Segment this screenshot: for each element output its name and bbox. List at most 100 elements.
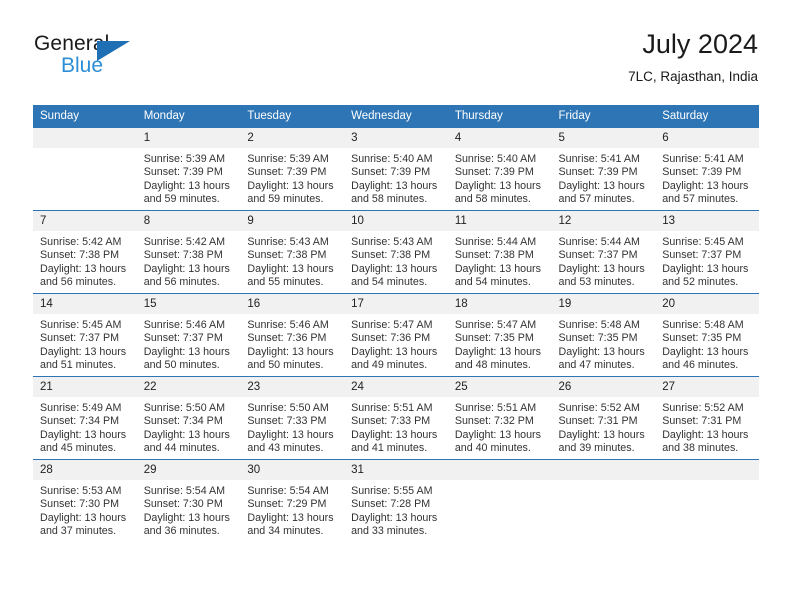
sunrise-text: Sunrise: 5:50 AM [143, 402, 226, 414]
sunset-text: Sunset: 7:29 PM [247, 498, 327, 511]
daylight-text-line1: Daylight: 13 hours [143, 262, 230, 275]
title-block: July 2024 7LC, Rajasthan, India [628, 28, 758, 87]
calendar-day-cell[interactable]: 9 Sunrise: 5:43 AM Sunset: 7:38 PM Daylight… [240, 210, 345, 294]
sunset-text: Sunset: 7:35 PM [454, 332, 534, 345]
calendar-day-cell[interactable]: 6 Sunrise: 5:41 AM Sunset: 7:39 PM Daylight… [655, 127, 759, 211]
calendar-day-cell[interactable]: 28 Sunrise: 5:53 AM Sunset: 7:30 PM Dayligh… [33, 459, 137, 542]
day-number: 29 [136, 460, 241, 480]
daylight-text-line2: and 52 minutes. [662, 275, 739, 288]
calendar-day-cell[interactable]: 27 Sunrise: 5:52 AM Sunset: 7:31 PM Dayligh… [655, 376, 759, 460]
daylight-text-line2: and 57 minutes. [558, 192, 635, 205]
calendar-day-cell[interactable]: 26 Sunrise: 5:52 AM Sunset: 7:31 PM Dayligh… [551, 376, 656, 460]
day-details: Sunrise: 5:43 AM Sunset: 7:38 PM Daylight:… [240, 231, 344, 293]
sunrise-text: Sunrise: 5:47 AM [351, 319, 433, 331]
day-number: 23 [240, 377, 345, 397]
daylight-text-line1: Daylight: 13 hours [662, 179, 749, 192]
calendar-day-cell[interactable]: 7 Sunrise: 5:42 AM Sunset: 7:38 PM Daylight… [33, 210, 137, 294]
calendar-day-cell[interactable]: 12 Sunrise: 5:44 AM Sunset: 7:37 PM Dayligh… [551, 210, 656, 294]
page-subtitle: 7LC, Rajasthan, India [628, 69, 758, 84]
day-details: Sunrise: 5:41 AM Sunset: 7:39 PM Daylight:… [655, 148, 759, 210]
calendar-header-row: Sunday Monday Tuesday Wednesday Thursday… [33, 105, 759, 128]
calendar-day-cell[interactable]: 4 Sunrise: 5:40 AM Sunset: 7:39 PM Daylight… [447, 127, 552, 211]
day-details: Sunrise: 5:40 AM Sunset: 7:39 PM Daylight:… [344, 148, 448, 210]
daylight-text-line1: Daylight: 13 hours [247, 345, 334, 358]
calendar-day-cell[interactable]: 1 Sunrise: 5:39 AM Sunset: 7:39 PM Daylight… [136, 127, 241, 211]
daylight-text-line1: Daylight: 13 hours [662, 428, 749, 441]
weekday-header-saturday: Saturday [655, 105, 759, 128]
daylight-text-line1: Daylight: 13 hours [247, 262, 334, 275]
sunrise-text: Sunrise: 5:39 AM [247, 153, 329, 165]
calendar-day-cell-empty [33, 127, 137, 211]
daylight-text-line2: and 39 minutes. [558, 441, 635, 454]
daylight-text-line2: and 59 minutes. [143, 192, 220, 205]
daylight-text-line2: and 49 minutes. [351, 358, 428, 371]
calendar-day-cell[interactable]: 5 Sunrise: 5:41 AM Sunset: 7:39 PM Daylight… [551, 127, 656, 211]
calendar-week-row: 21 Sunrise: 5:49 AM Sunset: 7:34 PM Dayligh… [33, 376, 759, 460]
daylight-text-line1: Daylight: 13 hours [454, 179, 541, 192]
calendar-day-cell[interactable]: 21 Sunrise: 5:49 AM Sunset: 7:34 PM Dayligh… [33, 376, 137, 460]
sunset-text: Sunset: 7:34 PM [40, 415, 120, 428]
day-details: Sunrise: 5:55 AM Sunset: 7:28 PM Daylight:… [344, 480, 448, 542]
calendar-day-cell[interactable]: 14 Sunrise: 5:45 AM Sunset: 7:37 PM Dayligh… [33, 293, 137, 377]
day-number: 19 [551, 294, 656, 314]
calendar-day-cell[interactable]: 17 Sunrise: 5:47 AM Sunset: 7:36 PM Dayligh… [344, 293, 448, 377]
day-details: Sunrise: 5:53 AM Sunset: 7:30 PM Daylight:… [33, 480, 137, 542]
day-number: 2 [240, 128, 345, 148]
logo-text-blue: Blue [61, 54, 104, 77]
calendar-day-cell[interactable]: 22 Sunrise: 5:50 AM Sunset: 7:34 PM Dayligh… [136, 376, 241, 460]
day-details [33, 148, 137, 210]
calendar-day-cell[interactable]: 15 Sunrise: 5:46 AM Sunset: 7:37 PM Dayligh… [136, 293, 241, 377]
daylight-text-line1: Daylight: 13 hours [351, 511, 438, 524]
day-details: Sunrise: 5:52 AM Sunset: 7:31 PM Daylight:… [552, 397, 656, 459]
sunrise-text: Sunrise: 5:50 AM [247, 402, 329, 414]
sunrise-text: Sunrise: 5:54 AM [143, 485, 226, 497]
calendar-day-cell[interactable]: 10 Sunrise: 5:43 AM Sunset: 7:38 PM Dayligh… [344, 210, 448, 294]
daylight-text-line2: and 41 minutes. [351, 441, 428, 454]
daylight-text-line2: and 50 minutes. [247, 358, 324, 371]
sunset-text: Sunset: 7:38 PM [351, 249, 431, 262]
day-number: 9 [240, 211, 345, 231]
daylight-text-line1: Daylight: 13 hours [351, 179, 438, 192]
calendar-day-cell[interactable]: 20 Sunrise: 5:48 AM Sunset: 7:35 PM Dayligh… [655, 293, 759, 377]
day-number: 16 [240, 294, 345, 314]
daylight-text-line1: Daylight: 13 hours [40, 262, 127, 275]
sunset-text: Sunset: 7:36 PM [247, 332, 327, 345]
day-details: Sunrise: 5:47 AM Sunset: 7:35 PM Daylight:… [448, 314, 552, 376]
calendar-day-cell[interactable]: 31 Sunrise: 5:55 AM Sunset: 7:28 PM Dayligh… [344, 459, 448, 542]
daylight-text-line1: Daylight: 13 hours [247, 511, 334, 524]
calendar-day-cell[interactable]: 23 Sunrise: 5:50 AM Sunset: 7:33 PM Dayligh… [240, 376, 345, 460]
day-details: Sunrise: 5:39 AM Sunset: 7:39 PM Daylight:… [240, 148, 344, 210]
calendar-day-cell[interactable]: 29 Sunrise: 5:54 AM Sunset: 7:30 PM Dayligh… [136, 459, 241, 542]
day-details: Sunrise: 5:42 AM Sunset: 7:38 PM Daylight:… [137, 231, 241, 293]
day-details: Sunrise: 5:52 AM Sunset: 7:31 PM Daylight:… [655, 397, 759, 459]
day-number: 10 [344, 211, 448, 231]
daylight-text-line2: and 54 minutes. [454, 275, 531, 288]
day-details: Sunrise: 5:39 AM Sunset: 7:39 PM Daylight:… [137, 148, 241, 210]
calendar-day-cell[interactable]: 11 Sunrise: 5:44 AM Sunset: 7:38 PM Dayligh… [447, 210, 552, 294]
calendar-day-cell[interactable]: 3 Sunrise: 5:40 AM Sunset: 7:39 PM Daylight… [344, 127, 448, 211]
sunset-text: Sunset: 7:37 PM [143, 332, 223, 345]
calendar-day-cell[interactable]: 18 Sunrise: 5:47 AM Sunset: 7:35 PM Dayligh… [447, 293, 552, 377]
daylight-text-line2: and 56 minutes. [40, 275, 117, 288]
sunset-text: Sunset: 7:39 PM [351, 166, 431, 179]
calendar-page: General Blue July 2024 7LC, Rajasthan, I… [0, 0, 792, 612]
calendar-day-cell[interactable]: 24 Sunrise: 5:51 AM Sunset: 7:33 PM Dayligh… [344, 376, 448, 460]
sunrise-text: Sunrise: 5:46 AM [247, 319, 329, 331]
sunset-text: Sunset: 7:38 PM [454, 249, 534, 262]
calendar-day-cell[interactable]: 30 Sunrise: 5:54 AM Sunset: 7:29 PM Dayligh… [240, 459, 345, 542]
sunset-text: Sunset: 7:38 PM [247, 249, 327, 262]
calendar-day-cell[interactable]: 25 Sunrise: 5:51 AM Sunset: 7:32 PM Dayligh… [447, 376, 552, 460]
day-number [655, 460, 759, 480]
day-number: 22 [136, 377, 241, 397]
sunset-text: Sunset: 7:35 PM [662, 332, 742, 345]
daylight-text-line2: and 33 minutes. [351, 524, 428, 537]
daylight-text-line1: Daylight: 13 hours [351, 262, 438, 275]
day-details: Sunrise: 5:46 AM Sunset: 7:36 PM Daylight:… [240, 314, 344, 376]
calendar-day-cell[interactable]: 2 Sunrise: 5:39 AM Sunset: 7:39 PM Daylight… [240, 127, 345, 211]
calendar-day-cell[interactable]: 8 Sunrise: 5:42 AM Sunset: 7:38 PM Daylight… [136, 210, 241, 294]
calendar-day-cell[interactable]: 16 Sunrise: 5:46 AM Sunset: 7:36 PM Dayligh… [240, 293, 345, 377]
calendar-day-cell[interactable]: 13 Sunrise: 5:45 AM Sunset: 7:37 PM Dayligh… [655, 210, 759, 294]
sunrise-text: Sunrise: 5:41 AM [558, 153, 640, 165]
calendar-day-cell[interactable]: 19 Sunrise: 5:48 AM Sunset: 7:35 PM Dayligh… [551, 293, 656, 377]
daylight-text-line2: and 48 minutes. [454, 358, 531, 371]
